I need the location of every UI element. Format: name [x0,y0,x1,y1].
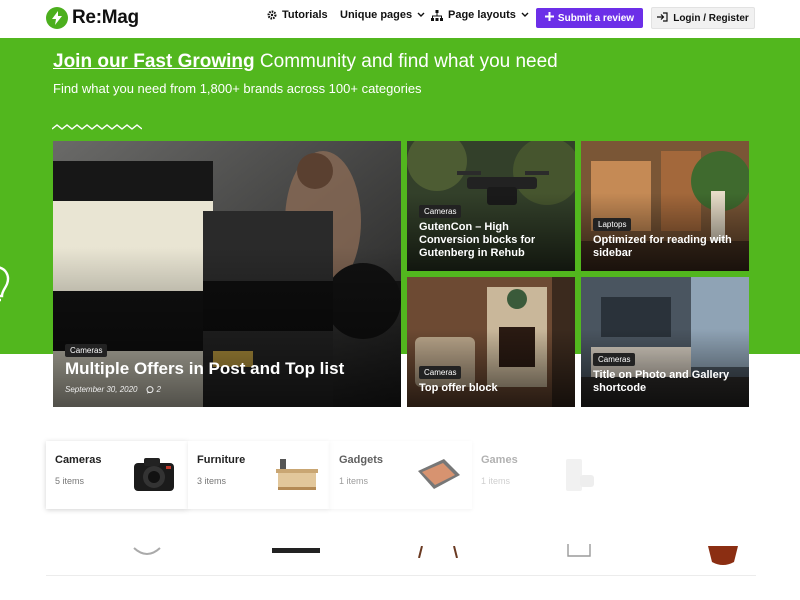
featured-post[interactable]: Laptops Optimized for reading with sideb… [581,141,749,271]
site-logo[interactable]: Re:Mag [46,7,139,29]
post-title[interactable]: Optimized for reading with sidebar [593,234,743,260]
chevron-down-icon [521,12,529,18]
comment-icon [146,385,153,394]
gear-icon [267,10,277,20]
nav-tutorials-label: Tutorials [282,9,328,21]
nav-unique-pages[interactable]: Unique pages [340,9,425,21]
post-title[interactable]: Title on Photo and Gallery shortcode [593,369,743,395]
category-name: Cameras [55,454,102,466]
category-card-games[interactable]: Games 1 items [472,441,614,509]
plus-icon [544,12,554,24]
category-row-secondary [46,540,756,576]
category-name: Games [481,454,518,466]
site-header: Re:Mag Tutorials Unique pages Page layou… [0,0,800,38]
post-title[interactable]: Multiple Offers in Post and Top list [65,359,395,379]
card-shade [53,247,401,407]
zigzag-divider [52,124,142,130]
nav-page-layouts[interactable]: Page layouts [431,9,529,21]
camera-icon [134,458,174,491]
lightbulb-icon [0,266,10,302]
category-badge[interactable]: Laptops [593,218,632,231]
submit-review-label: Submit a review [557,12,635,24]
hero-title: Join our Fast Growing Community and find… [53,51,558,73]
nav-unique-pages-label: Unique pages [340,9,413,21]
product-thumbnail [418,546,458,558]
table-icon [276,459,318,490]
category-badge[interactable]: Cameras [419,205,462,218]
category-count: 3 items [197,476,227,486]
tablet-icon [418,459,460,489]
product-thumbnail [708,546,738,565]
featured-post[interactable]: Cameras Title on Photo and Gallery short… [581,277,749,407]
hero-title-rest: Community and find what you need [254,51,558,72]
chevron-down-icon [417,12,425,18]
sign-in-icon [657,11,668,25]
featured-post[interactable]: Cameras GutenCon – High Conversion block… [407,141,575,271]
post-title[interactable]: Top offer block [419,382,569,395]
nav-page-layouts-label: Page layouts [448,9,516,21]
submit-review-button[interactable]: Submit a review [536,8,643,28]
category-count: 1 items [339,476,369,486]
comment-count-value: 2 [156,385,161,394]
product-thumbnail [567,544,591,557]
category-badge[interactable]: Cameras [593,353,636,366]
comment-count[interactable]: 2 [146,385,161,394]
category-badge[interactable]: Cameras [419,366,462,379]
login-register-button[interactable]: Login / Register [651,7,755,29]
category-name: Gadgets [339,454,384,466]
featured-post-large[interactable]: Cameras Multiple Offers in Post and Top … [53,141,401,407]
category-badge[interactable]: Cameras [65,344,108,357]
category-count: 5 items [55,476,85,486]
product-thumbnail [272,548,320,553]
category-count: 1 items [481,476,511,486]
category-name: Furniture [197,454,246,466]
hero-title-link[interactable]: Join our Fast Growing [53,51,255,72]
sitemap-icon [431,9,443,21]
bolt-icon [46,7,68,29]
logo-text: Re:Mag [72,7,139,28]
featured-post[interactable]: Cameras Top offer block [407,277,575,407]
post-title[interactable]: GutenCon – High Conversion blocks for Gu… [419,221,569,261]
post-meta: September 30, 2020 2 [65,385,161,394]
hero-subtitle: Find what you need from 1,800+ brands ac… [53,81,422,96]
category-card-cameras[interactable]: Cameras 5 items [46,441,188,509]
console-icon [566,459,594,491]
category-card-gadgets[interactable]: Gadgets 1 items [330,441,472,509]
post-date: September 30, 2020 [65,385,138,394]
category-card-furniture[interactable]: Furniture 3 items [188,441,330,509]
nav-tutorials[interactable]: Tutorials [267,9,328,21]
product-thumbnail [133,547,161,555]
login-register-label: Login / Register [673,12,749,24]
